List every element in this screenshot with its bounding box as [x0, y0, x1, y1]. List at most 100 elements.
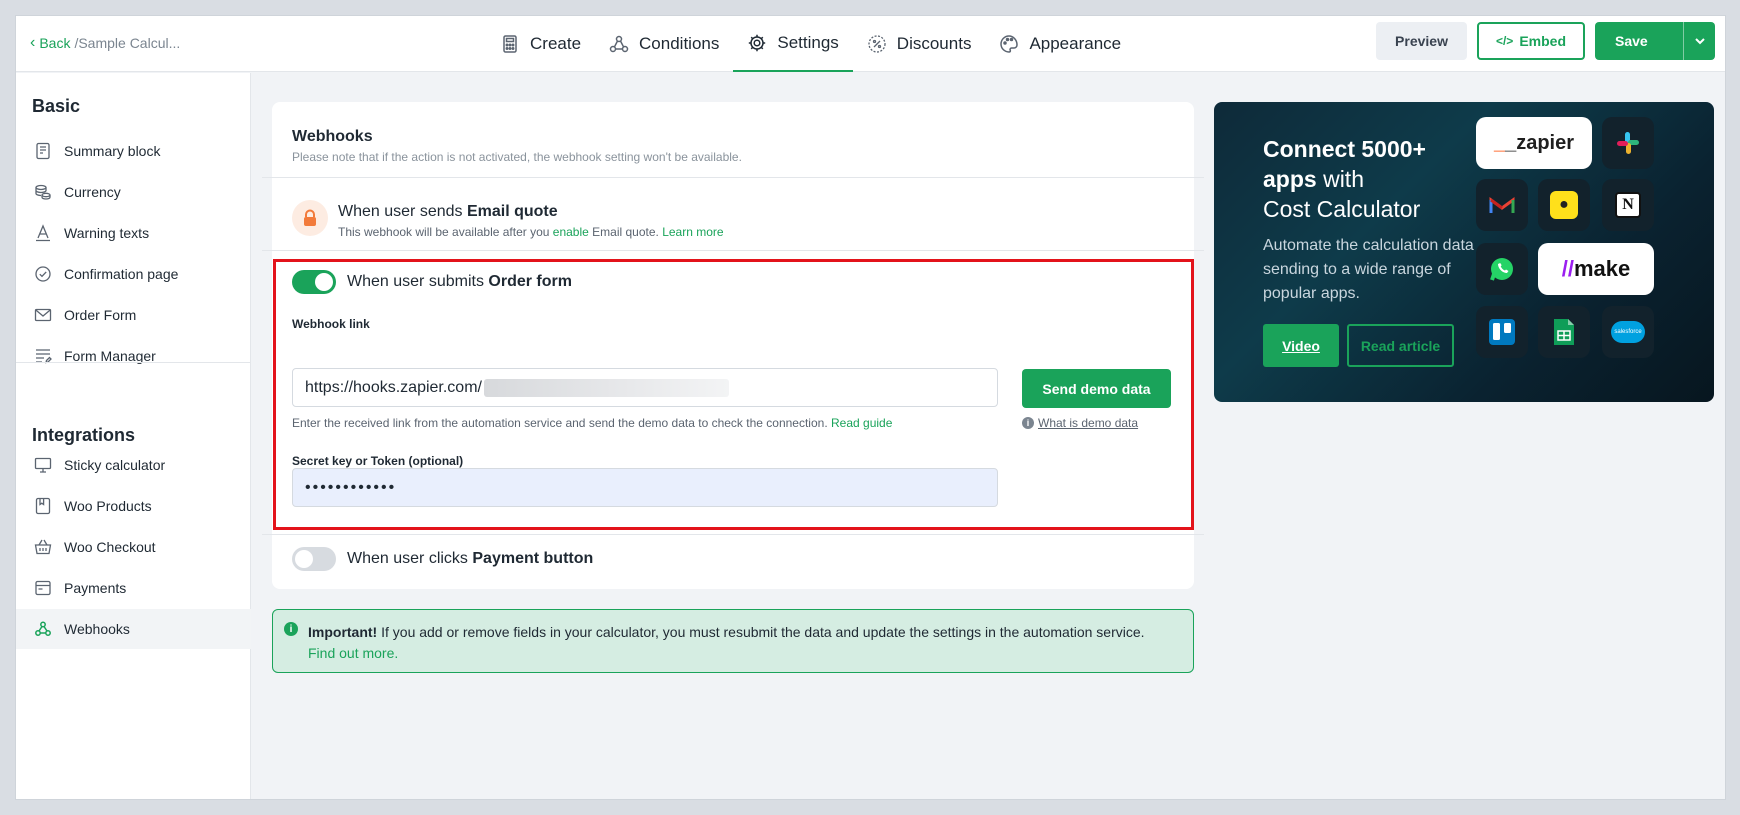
header-actions: Preview </> Embed Save [1376, 22, 1715, 60]
highlight-box [273, 259, 1194, 530]
payment-button-toggle[interactable] [292, 547, 336, 571]
preview-button[interactable]: Preview [1376, 22, 1467, 60]
sidebar-item-label: Summary block [64, 143, 161, 159]
tab-conditions[interactable]: Conditions [595, 16, 733, 72]
slack-logo [1602, 117, 1654, 169]
sidebar-item-summary-block[interactable]: Summary block [16, 131, 251, 171]
sidebar-item-label: Payments [64, 580, 127, 596]
info-icon: i [284, 622, 298, 636]
palette-icon [1000, 35, 1019, 53]
gmail-logo [1476, 179, 1528, 231]
sidebar-item-sticky-calculator[interactable]: Sticky calculator [16, 445, 251, 485]
embed-button[interactable]: </> Embed [1477, 22, 1585, 60]
main-tabs: Create Conditions Settings Discounts App… [486, 16, 1135, 72]
payment-button-webhook-row: When user clicks Payment button [292, 547, 593, 571]
promo-text: Automate the calculation data sending to… [1263, 237, 1474, 302]
sidebar-divider [16, 362, 251, 363]
breadcrumb: /Sample Calcul... [74, 35, 181, 51]
gear-icon [749, 34, 766, 52]
divider [262, 177, 1204, 178]
card-icon [35, 580, 51, 596]
sidebar-item-woo-checkout[interactable]: Woo Checkout [16, 527, 251, 567]
important-notice: i Important! If you add or remove fields… [272, 609, 1194, 673]
lock-icon [292, 200, 328, 236]
text-icon [36, 224, 50, 242]
tab-create-label: Create [530, 34, 582, 53]
sidebar-item-label: Warning texts [64, 225, 150, 241]
sidebar-item-warning-texts[interactable]: Warning texts [16, 213, 251, 253]
sidebar-heading-basic: Basic [32, 96, 81, 116]
app-window: ‹ Back /Sample Calcul... Create Conditio… [15, 15, 1726, 800]
video-button[interactable]: Video [1263, 324, 1339, 367]
save-dropdown-toggle[interactable] [1683, 22, 1715, 60]
embed-label: Embed [1519, 33, 1567, 49]
enable-link[interactable]: enable [553, 225, 589, 239]
calculator-icon [503, 35, 517, 53]
sidebar-item-label: Webhooks [64, 621, 130, 637]
sidebar-item-label: Order Form [64, 307, 137, 323]
code-icon: </> [1495, 34, 1514, 48]
page-subtitle: Please note that if the action is not ac… [292, 150, 742, 164]
save-button[interactable]: Save [1595, 22, 1715, 60]
promo-title: Connect 5000+ apps with Cost Calculator [1263, 136, 1426, 222]
settings-sidebar: Basic Summary block Currency Warning tex… [16, 73, 251, 799]
sidebar-item-currency[interactable]: Currency [16, 172, 251, 212]
sidebar-item-label: Currency [64, 184, 121, 200]
email-quote-webhook: When user sends Email quote This webhook… [292, 200, 724, 239]
page-title: Webhooks [292, 128, 373, 145]
whatsapp-logo [1476, 243, 1528, 295]
email-quote-note: This webhook will be available after you… [338, 225, 724, 239]
envelope-icon [34, 308, 52, 322]
percent-icon [868, 35, 886, 53]
find-out-more-link[interactable]: Find out more. [308, 645, 398, 661]
learn-more-link[interactable]: Learn more [662, 225, 723, 239]
tab-create[interactable]: Create [486, 16, 595, 72]
divider [262, 534, 1204, 535]
sidebar-item-payments[interactable]: Payments [16, 568, 251, 608]
tab-discounts[interactable]: Discounts [853, 16, 986, 72]
payment-button-title: When user clicks Payment button [347, 550, 594, 567]
tab-discounts-label: Discounts [896, 34, 972, 53]
mailchimp-logo: ● [1538, 179, 1590, 231]
tab-appearance[interactable]: Appearance [985, 16, 1135, 72]
sidebar-heading-integrations: Integrations [32, 425, 136, 445]
back-link[interactable]: ‹ Back /Sample Calcul... [30, 34, 181, 52]
tab-appearance-label: Appearance [1029, 34, 1122, 53]
read-article-button[interactable]: Read article [1347, 324, 1454, 367]
bookmark-icon [35, 497, 51, 515]
notion-logo: N [1602, 179, 1654, 231]
check-circle-icon [35, 266, 51, 282]
sidebar-item-label: Sticky calculator [64, 457, 166, 473]
chevron-down-icon [1694, 38, 1705, 45]
divider [262, 250, 1204, 251]
make-logo: //make [1538, 243, 1654, 295]
salesforce-logo: salesforce [1602, 306, 1654, 358]
basket-icon [34, 539, 52, 555]
sidebar-item-webhooks[interactable]: Webhooks [16, 609, 251, 649]
tab-settings[interactable]: Settings [733, 16, 853, 72]
back-label: Back [39, 35, 71, 51]
webhook-icon [35, 621, 51, 636]
coins-icon [35, 184, 51, 200]
google-sheets-logo [1538, 306, 1590, 358]
conditions-icon [609, 35, 629, 53]
notice-text: Important! If you add or remove fields i… [308, 624, 1145, 661]
integrations-promo: Connect 5000+ apps with Cost Calculator … [1214, 102, 1714, 402]
sidebar-item-woo-products[interactable]: Woo Products [16, 486, 251, 526]
sidebar-item-label: Confirmation page [64, 266, 179, 282]
sidebar-item-confirmation-page[interactable]: Confirmation page [16, 254, 251, 294]
chevron-left-icon: ‹ [30, 34, 36, 51]
sidebar-item-order-form[interactable]: Order Form [16, 295, 251, 335]
sidebar-item-form-manager[interactable]: Form Manager [16, 336, 251, 376]
monitor-icon [34, 457, 52, 473]
trello-logo [1476, 306, 1528, 358]
tab-settings-label: Settings [777, 33, 839, 52]
save-label: Save [1615, 33, 1648, 49]
tab-conditions-label: Conditions [639, 34, 720, 53]
zapier-logo: __zapier [1476, 117, 1592, 169]
sidebar-item-label: Woo Checkout [64, 539, 156, 555]
summary-icon [36, 142, 50, 160]
email-quote-title: When user sends Email quote [338, 203, 558, 220]
sidebar-item-label: Woo Products [64, 498, 152, 514]
top-bar: ‹ Back /Sample Calcul... Create Conditio… [16, 16, 1725, 72]
